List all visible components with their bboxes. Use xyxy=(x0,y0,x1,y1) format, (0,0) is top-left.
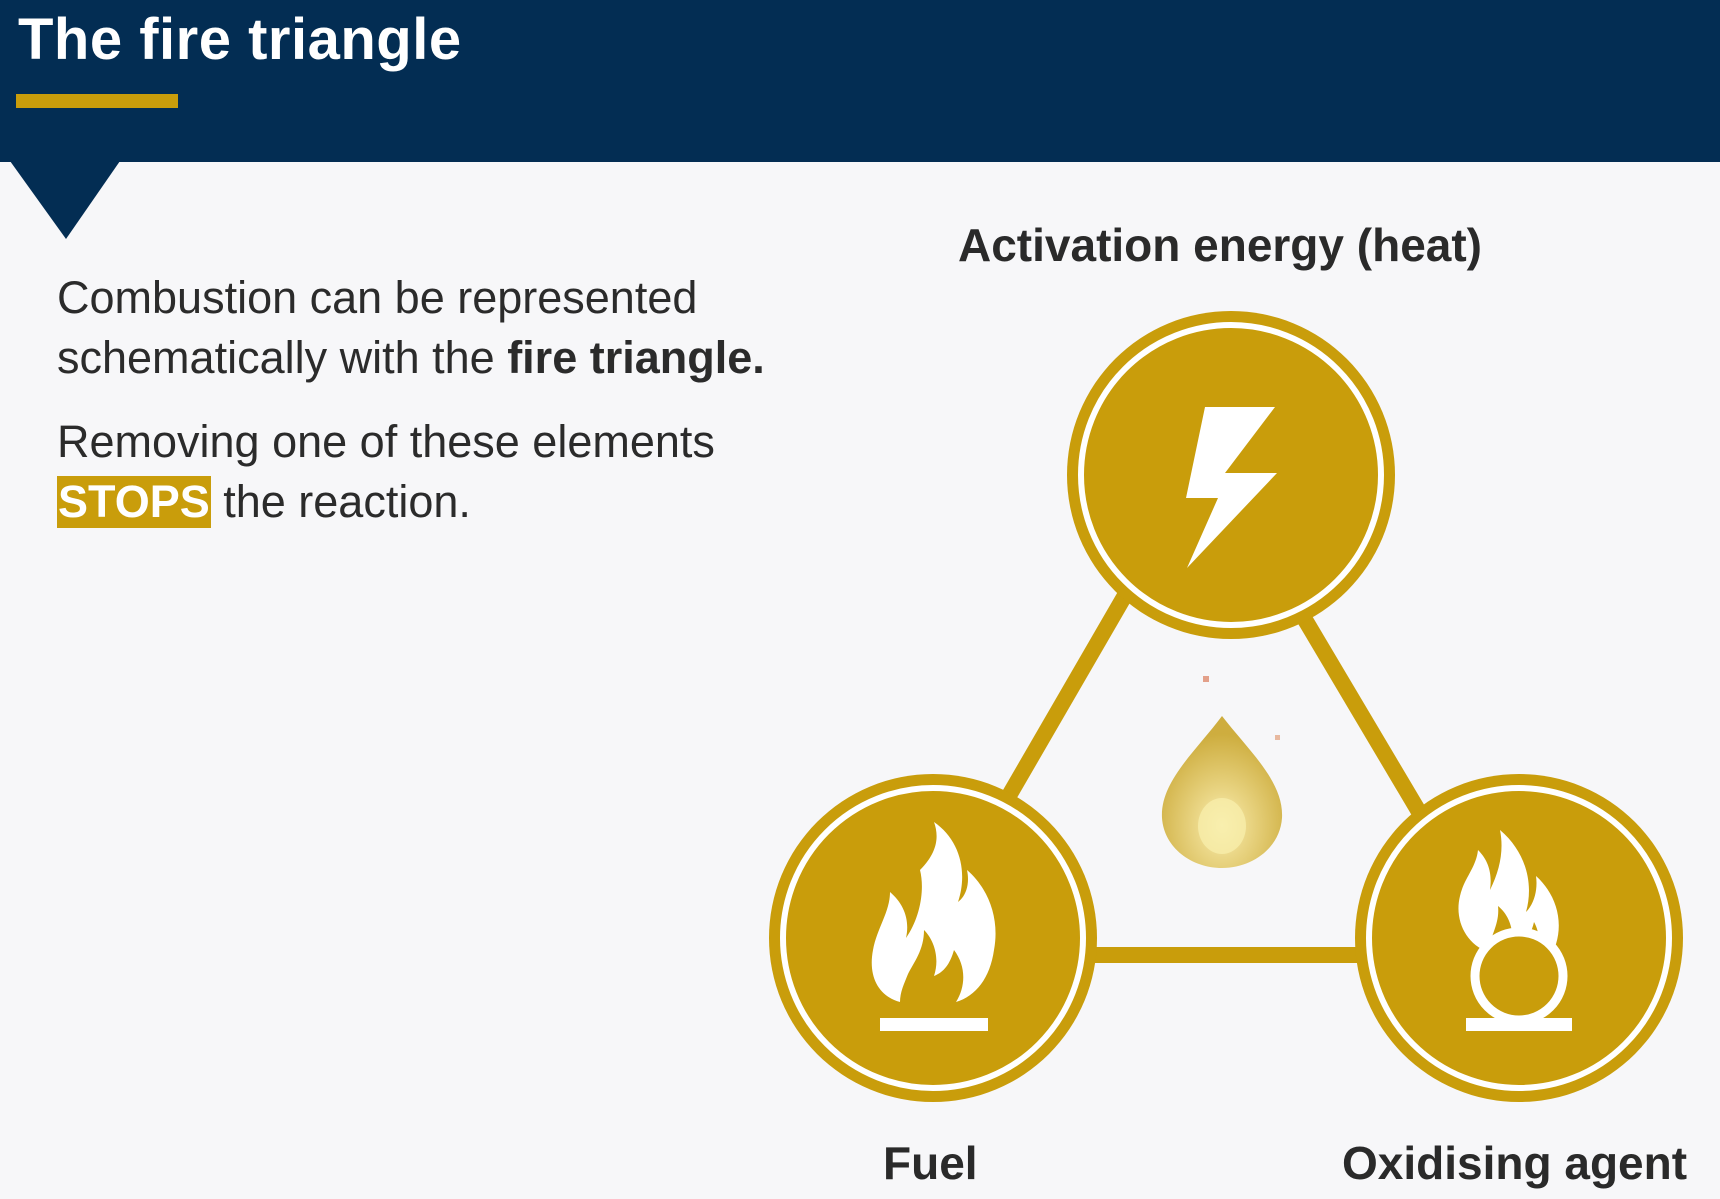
oxidising-agent-node xyxy=(1355,774,1683,1102)
activation-energy-node xyxy=(1067,311,1395,639)
fuel-node xyxy=(769,774,1097,1102)
fire-triangle-diagram xyxy=(769,311,1683,1102)
flame-drop-icon xyxy=(1161,676,1283,868)
